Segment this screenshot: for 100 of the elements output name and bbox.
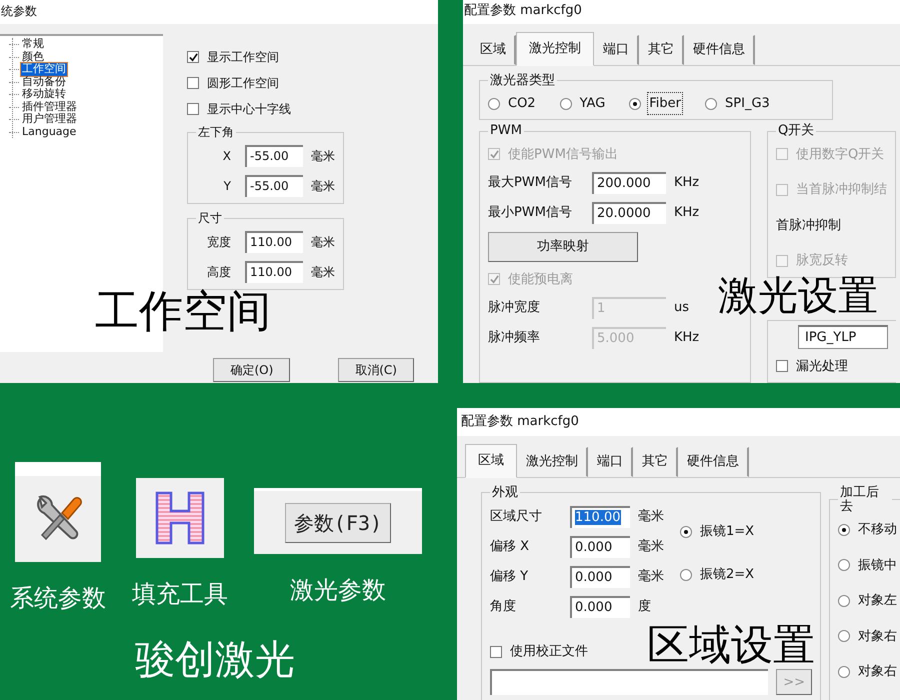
group-title: PWM	[489, 124, 523, 139]
brand-caption: 骏创激光	[135, 640, 295, 680]
group-title: 左下角	[197, 126, 235, 140]
radio-button[interactable]	[705, 98, 718, 110]
dropdown-field[interactable]: IPG_YLP	[798, 324, 888, 349]
unit-label: KHz	[674, 174, 700, 192]
checkbox-label: 使能PWM信号输出	[508, 146, 618, 164]
radio-label: 不移动	[858, 521, 897, 540]
section-heading: 首脉冲抑制	[776, 216, 842, 235]
tab[interactable]: 激光控制	[516, 32, 594, 66]
unit-label: 毫米	[638, 508, 664, 526]
parameter-button[interactable]: 参数(F3)	[284, 502, 392, 542]
radio-label: 对象左	[858, 592, 897, 610]
tree-item[interactable]: 用户管理器	[21, 113, 78, 126]
unit-label: 毫米	[311, 264, 335, 282]
checkbox-label: 使能预电离	[508, 270, 573, 289]
radio-button[interactable]	[838, 630, 850, 642]
input-field[interactable]: 20.0000	[592, 202, 666, 224]
group-title: 激光器类型	[489, 74, 556, 88]
tab[interactable]: 区域	[465, 444, 517, 478]
field-label: 高度	[206, 264, 232, 282]
power-map-button[interactable]: 功率映射	[488, 232, 638, 262]
checkbox-label: 圆形工作空间	[207, 75, 279, 92]
tool-label: 填充工具	[132, 582, 228, 606]
input-field[interactable]: 200.000	[592, 172, 666, 194]
file-path-field[interactable]	[490, 669, 768, 696]
radio-label: 对象右	[858, 628, 897, 646]
radio-button[interactable]	[838, 559, 850, 572]
input-field[interactable]: -55.00	[245, 175, 303, 198]
checkbox-label: 脉宽反转	[796, 252, 848, 270]
window-title: 统参数	[0, 0, 438, 24]
dialog-button[interactable]: 确定(O)	[213, 358, 290, 382]
field-label: X	[222, 148, 232, 166]
overlay-caption: 激光设置	[718, 276, 878, 316]
radio-button[interactable]	[838, 666, 850, 678]
unit-label: 毫米	[311, 148, 335, 166]
tool-button[interactable]	[15, 462, 101, 562]
radio-button[interactable]	[838, 524, 850, 536]
input-field[interactable]: -55.00	[245, 145, 303, 168]
tool-label: 系统参数	[10, 586, 106, 610]
tree-item[interactable]: 常规	[21, 38, 45, 50]
checkbox[interactable]	[187, 77, 199, 89]
checkbox[interactable]	[490, 646, 502, 658]
hatch-fill-icon	[155, 491, 205, 545]
checkbox-label: 当首脉冲抑制结	[796, 181, 887, 200]
field-label: Y	[222, 178, 232, 196]
tree-item[interactable]: Language	[21, 126, 78, 138]
input-field[interactable]: 0.000	[570, 596, 630, 618]
input-field[interactable]: 110.00	[245, 231, 303, 254]
input-field[interactable]: 110.00	[245, 261, 303, 284]
radio-label: 振镜中	[858, 556, 897, 575]
checkbox-label: 显示中心十字线	[207, 101, 291, 118]
field-label: 偏移 X	[490, 538, 530, 556]
field-label: 脉冲频率	[488, 329, 541, 348]
field-label: 角度	[490, 598, 517, 616]
checkbox[interactable]	[187, 103, 199, 115]
radio-label: SPI_G3	[725, 94, 770, 113]
radio-label: 振镜2=X	[700, 566, 754, 584]
radio-label: 对象右	[858, 663, 897, 682]
input-field[interactable]: 110.00	[570, 506, 630, 528]
radio-button[interactable]	[560, 98, 572, 110]
radio-button[interactable]	[838, 594, 850, 607]
tool-button[interactable]	[136, 478, 224, 558]
group-title: 尺寸	[197, 212, 223, 226]
unit-label: KHz	[674, 329, 700, 348]
field-label: 区域尺寸	[490, 508, 543, 526]
unit-label: 度	[638, 598, 651, 616]
group-title: Q开关	[777, 124, 816, 139]
radio-button[interactable]	[680, 526, 692, 538]
tree-item[interactable]: 移动旋转	[21, 88, 67, 100]
field-label: 最大PWM信号	[488, 174, 573, 192]
field-label: 最小PWM信号	[488, 204, 573, 222]
input-field[interactable]: 0.000	[570, 566, 630, 588]
radio-button[interactable]	[680, 569, 692, 582]
tree-item[interactable]: 自动备份	[21, 76, 67, 88]
dialog-button[interactable]: 取消(C)	[338, 358, 414, 382]
radio-label: CO2	[508, 94, 536, 113]
checkbox-label: 显示工作空间	[207, 49, 279, 66]
field-label: 宽度	[206, 234, 232, 252]
window-title: 配置参数 markcfg0	[463, 0, 900, 24]
unit-label: 毫米	[638, 568, 664, 586]
tool-label: 激光参数	[290, 578, 386, 602]
checkbox-label: 使用数字Q开关	[796, 146, 884, 164]
tree-item[interactable]: 插件管理器	[21, 100, 78, 113]
group-title: 加工后去	[839, 486, 880, 514]
group-title: 外观	[491, 486, 519, 500]
radio-button[interactable]	[488, 98, 500, 110]
checkbox[interactable]	[776, 360, 788, 372]
radio-button[interactable]	[629, 98, 642, 110]
radio-label: Fiber	[649, 94, 682, 114]
unit-label: us	[674, 299, 690, 318]
input-field[interactable]: 0.000	[570, 536, 630, 558]
overlay-caption: 区域设置	[647, 624, 815, 666]
tree-item[interactable]: 颜色	[21, 50, 45, 63]
tree-item[interactable]: 工作空间	[21, 63, 67, 76]
field-label: 偏移 Y	[490, 568, 530, 586]
checkbox[interactable]	[187, 51, 199, 63]
checkbox-label: 使用校正文件	[510, 642, 588, 661]
window-title: 配置参数 markcfg0	[457, 408, 900, 436]
field-label: 脉冲宽度	[488, 299, 541, 318]
